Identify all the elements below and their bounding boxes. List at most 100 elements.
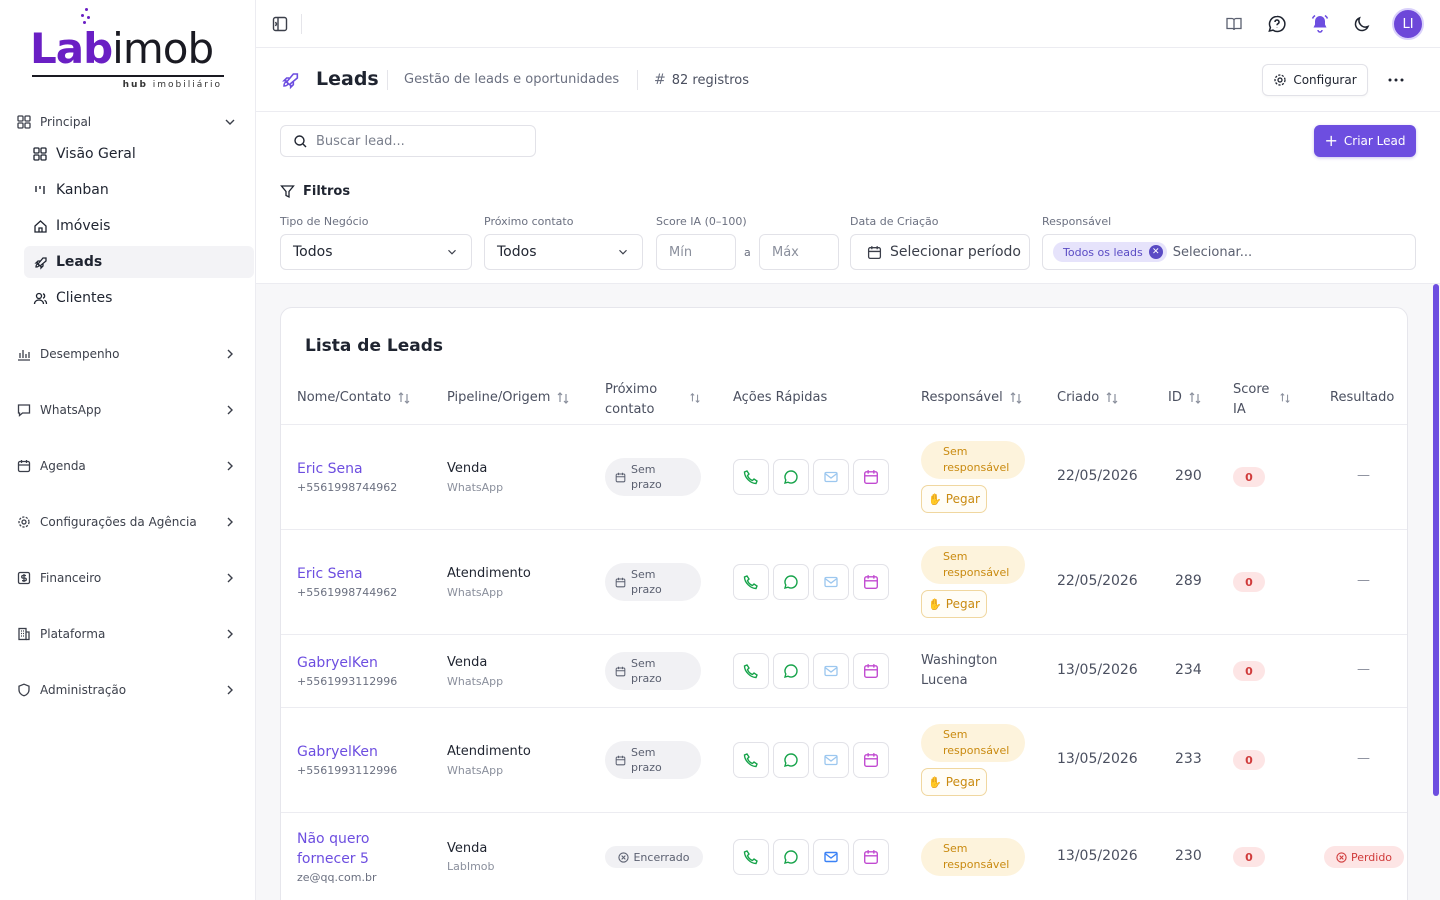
nav-section-plataforma[interactable]: Plataforma (16, 622, 242, 646)
moon-icon[interactable] (1350, 12, 1374, 36)
pegar-button[interactable]: ✋ Pegar (921, 485, 987, 513)
next-contact-badge[interactable]: Sem prazo (605, 652, 701, 690)
table-row[interactable]: GabryelKen +5561993112996 Venda WhatsApp… (281, 635, 1407, 708)
schedule-button[interactable] (853, 742, 889, 778)
sidebar-item-leads[interactable]: Leads (24, 246, 254, 278)
next-contact-badge[interactable]: Sem prazo (605, 741, 701, 779)
date-range-picker[interactable]: Selecionar período (850, 234, 1030, 270)
email-button[interactable] (813, 839, 849, 875)
whatsapp-button[interactable] (773, 564, 809, 600)
bell-icon[interactable] (1308, 12, 1332, 36)
chevron-right-icon (222, 346, 238, 362)
schedule-button[interactable] (853, 653, 889, 689)
more-options-icon[interactable] (1384, 68, 1408, 92)
pegar-button[interactable]: ✋ Pegar (921, 768, 987, 796)
whatsapp-button[interactable] (773, 653, 809, 689)
schedule-button[interactable] (853, 564, 889, 600)
sidebar-item-label: Visão Geral (56, 146, 136, 162)
chip-label: Todos os leads (1063, 245, 1143, 259)
dollar-icon (16, 570, 32, 586)
email-button[interactable] (813, 564, 849, 600)
responsavel-multiselect[interactable]: Todos os leads ✕ Selecionar... (1042, 234, 1416, 270)
configure-button[interactable]: Configurar (1262, 64, 1368, 96)
pegar-label: Pegar (945, 492, 980, 506)
filter-label: Data de Criação (850, 215, 939, 228)
nav-section-principal[interactable]: Principal (16, 110, 242, 134)
scrollbar[interactable] (1433, 284, 1439, 796)
column-header-responsavel[interactable]: Responsável (921, 390, 1023, 405)
sort-icon (1105, 391, 1119, 405)
email-button[interactable] (813, 742, 849, 778)
selected-chip[interactable]: Todos os leads ✕ (1053, 242, 1167, 262)
created-date: 13/05/2026 (1057, 848, 1138, 864)
close-icon[interactable]: ✕ (1148, 245, 1163, 259)
column-header-nome[interactable]: Nome/Contato (297, 390, 411, 405)
score-min-input[interactable]: Mín (656, 234, 736, 270)
column-header-pipeline[interactable]: Pipeline/Origem (447, 390, 570, 405)
nav-section-label: Administração (40, 683, 127, 697)
help-chat-icon[interactable] (1265, 12, 1289, 36)
sidebar-item-clientes[interactable]: Clientes (24, 282, 254, 314)
lead-name-link[interactable]: GabryelKen (297, 653, 378, 673)
whatsapp-button[interactable] (773, 839, 809, 875)
score-badge: 0 (1233, 661, 1265, 681)
search-input[interactable]: Buscar lead... (280, 125, 536, 157)
call-button[interactable] (733, 459, 769, 495)
pipeline: Venda (447, 461, 488, 476)
schedule-button[interactable] (853, 839, 889, 875)
table-row[interactable]: Eric Sena +5561998744962 Atendimento Wha… (281, 530, 1407, 635)
logo[interactable]: Labimob hub imobiliário (30, 8, 226, 92)
created-date: 13/05/2026 (1057, 751, 1138, 767)
pegar-button[interactable]: ✋ Pegar (921, 590, 987, 618)
lead-name-link[interactable]: Não quero fornecer 5 (297, 829, 369, 869)
call-button[interactable] (733, 742, 769, 778)
gear-icon (16, 514, 32, 530)
column-header-criado[interactable]: Criado (1057, 390, 1119, 405)
nav-section-whatsapp[interactable]: WhatsApp (16, 398, 242, 422)
sidebar-item-visao-geral[interactable]: Visão Geral (24, 138, 254, 170)
sidebar-item-kanban[interactable]: Kanban (24, 174, 254, 206)
result-empty: — (1357, 751, 1370, 766)
next-contact-badge[interactable]: Sem prazo (605, 458, 701, 496)
table-row[interactable]: GabryelKen +5561993112996 Atendimento Wh… (281, 708, 1407, 813)
lead-name-link[interactable]: Eric Sena (297, 564, 363, 584)
sort-icon[interactable] (1279, 392, 1291, 404)
divider (637, 70, 638, 90)
call-button[interactable] (733, 653, 769, 689)
badge-line: Sem (943, 445, 968, 458)
nav-section-desempenho[interactable]: Desempenho (16, 342, 242, 366)
nav-section-financeiro[interactable]: Financeiro (16, 566, 242, 590)
call-button[interactable] (733, 564, 769, 600)
range-separator: a (744, 246, 751, 259)
sidebar-toggle-icon[interactable] (270, 14, 290, 34)
column-header-id[interactable]: ID (1168, 390, 1202, 405)
whatsapp-button[interactable] (773, 459, 809, 495)
nav-section-administracao[interactable]: Administração (16, 678, 242, 702)
sort-icon[interactable] (689, 392, 701, 404)
email-button[interactable] (813, 459, 849, 495)
whatsapp-button[interactable] (773, 742, 809, 778)
table-row[interactable]: Não quero fornecer 5 ze@qq.com.br Venda L… (281, 813, 1407, 900)
call-button[interactable] (733, 839, 769, 875)
proximo-contato-select[interactable]: Todos (484, 234, 643, 270)
sidebar-item-imoveis[interactable]: Imóveis (24, 210, 254, 242)
tipo-negocio-select[interactable]: Todos (280, 234, 472, 270)
next-contact-badge[interactable]: Sem prazo (605, 563, 701, 601)
nav-section-agenda[interactable]: Agenda (16, 454, 242, 478)
schedule-button[interactable] (853, 459, 889, 495)
lead-name-link[interactable]: Eric Sena (297, 459, 363, 479)
email-button[interactable] (813, 653, 849, 689)
nav-section-configuracoes[interactable]: Configurações da Agência (16, 510, 242, 534)
badge-line: prazo (631, 672, 662, 685)
book-icon[interactable] (1222, 12, 1246, 36)
table-row[interactable]: Eric Sena +5561998744962 Venda WhatsApp … (281, 425, 1407, 530)
lead-id: 290 (1175, 468, 1202, 484)
column-header-proximo[interactable]: Próximo contato (605, 380, 657, 420)
lead-name-link[interactable]: GabryelKen (297, 742, 378, 762)
create-lead-button[interactable]: + Criar Lead (1314, 125, 1416, 157)
column-header-score[interactable]: Score IA (1233, 380, 1269, 420)
chevron-down-icon (222, 114, 238, 130)
main-content: Lista de Leads Nome/Contato Pipeline/Ori… (256, 284, 1440, 900)
avatar[interactable]: LI (1392, 8, 1424, 40)
score-max-input[interactable]: Máx (759, 234, 839, 270)
